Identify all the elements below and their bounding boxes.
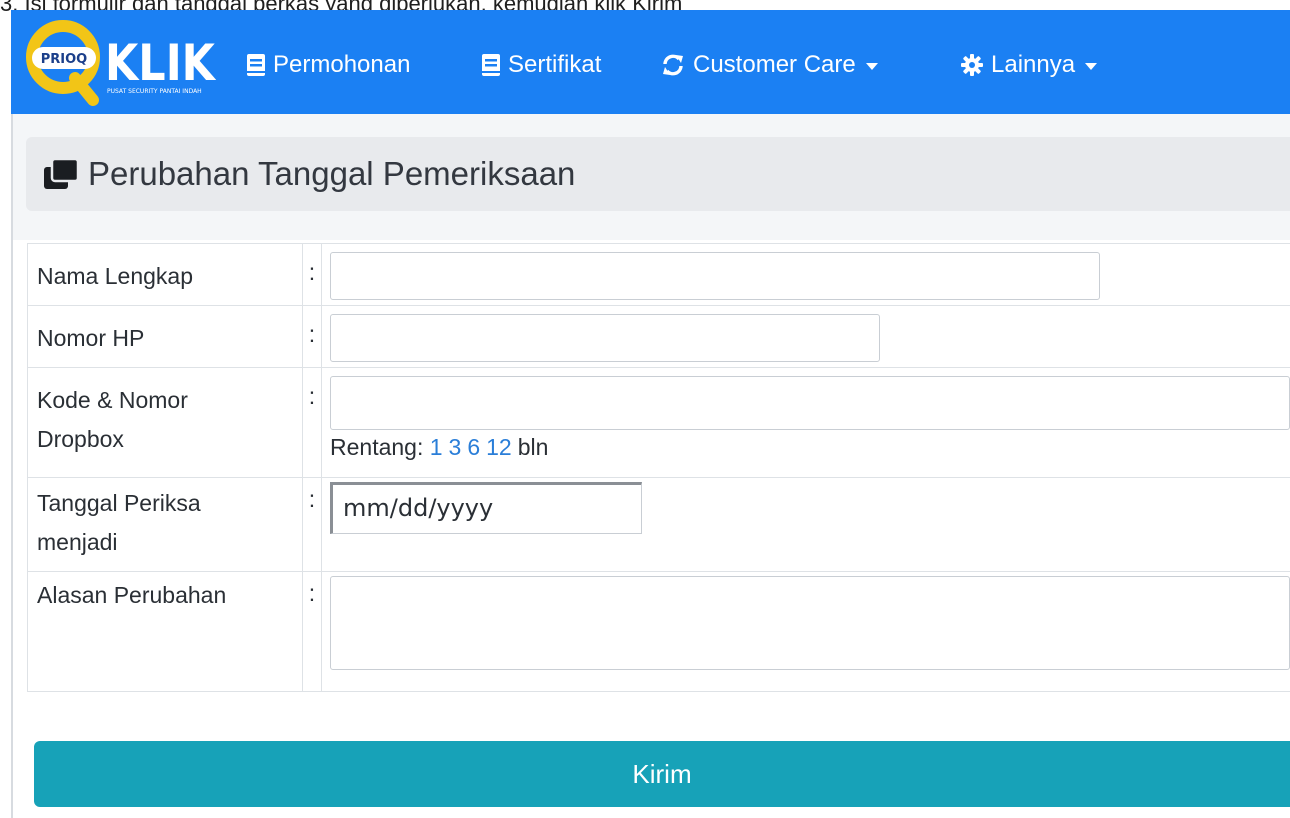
range-option-1[interactable]: 1 — [430, 434, 443, 460]
nav-lainnya-label: Lainnya — [991, 51, 1076, 78]
top-navbar: PRIOQ KLIK PUSAT SECURITY PANTAI INDAH P… — [11, 10, 1290, 114]
svg-text:KLIK: KLIK — [105, 34, 217, 92]
label-separator: : — [301, 571, 323, 692]
page-title: Perubahan Tanggal Pemeriksaan — [88, 155, 576, 192]
label-separator: : — [301, 243, 323, 306]
gear-icon — [961, 54, 983, 76]
form-row-kode: Kode & Nomor Dropbox : Rentang: 1 3 6 12 bln — [27, 367, 1290, 478]
range-prefix: Rentang: — [330, 434, 424, 460]
label-separator: : — [301, 477, 323, 572]
form-row-alasan: Alasan Perubahan : — [27, 571, 1290, 692]
nav-lainnya-dropdown[interactable]: Lainnya — [961, 50, 1098, 80]
alasan-label: Alasan Perubahan — [27, 571, 303, 692]
range-selector: Rentang: 1 3 6 12 bln — [330, 434, 1290, 461]
kode-dropbox-input[interactable] — [330, 376, 1290, 430]
change-date-form: Nama Lengkap : Nomor HP : Kode & Nomor D… — [27, 243, 1290, 692]
book-icon — [247, 54, 265, 76]
range-option-6[interactable]: 6 — [467, 434, 480, 460]
logo-graphic: PRIOQ KLIK PUSAT SECURITY PANTAI INDAH — [26, 20, 217, 106]
refresh-icon — [661, 54, 685, 76]
svg-text:PUSAT SECURITY PANTAI INDAH: PUSAT SECURITY PANTAI INDAH — [107, 88, 202, 95]
form-row-tanggal: Tanggal Periksa menjadi : mm/dd/yyyy — [27, 477, 1290, 572]
chevron-down-icon — [865, 62, 878, 70]
range-option-3[interactable]: 3 — [449, 434, 462, 460]
svg-text:PRIOQ: PRIOQ — [41, 52, 87, 67]
chevron-down-icon — [1085, 62, 1098, 70]
hp-label: Nomor HP — [27, 305, 303, 368]
tanggal-label: Tanggal Periksa menjadi — [27, 477, 303, 572]
priooqklik-logo[interactable]: PRIOQ KLIK PUSAT SECURITY PANTAI INDAH — [23, 20, 223, 106]
range-option-12[interactable]: 12 — [486, 434, 512, 460]
label-separator: : — [301, 305, 323, 368]
label-separator: : — [301, 367, 323, 478]
nav-customer-care-dropdown[interactable]: Customer Care — [661, 50, 878, 80]
book-icon — [482, 54, 500, 76]
nav-sertifikat[interactable]: Sertifikat — [482, 50, 601, 80]
tanggal-periksa-date-input[interactable]: mm/dd/yyyy — [330, 482, 642, 534]
nama-label: Nama Lengkap — [27, 243, 303, 306]
form-row-hp: Nomor HP : — [27, 305, 1290, 368]
kirim-submit-button[interactable]: Kirim — [34, 741, 1290, 807]
nav-permohonan[interactable]: Permohonan — [247, 50, 410, 80]
form-row-nama: Nama Lengkap : — [27, 243, 1290, 306]
alasan-perubahan-textarea[interactable] — [330, 576, 1290, 670]
nav-customer-care-label: Customer Care — [693, 51, 856, 78]
kode-label: Kode & Nomor Dropbox — [27, 367, 303, 478]
nama-lengkap-input[interactable] — [330, 252, 1100, 300]
page-header: Perubahan Tanggal Pemeriksaan — [26, 137, 1290, 211]
range-suffix: bln — [517, 434, 549, 460]
clone-icon — [44, 159, 78, 189]
nav-permohonan-label: Permohonan — [273, 51, 411, 78]
nomor-hp-input[interactable] — [330, 314, 880, 362]
nav-sertifikat-label: Sertifikat — [508, 51, 602, 78]
